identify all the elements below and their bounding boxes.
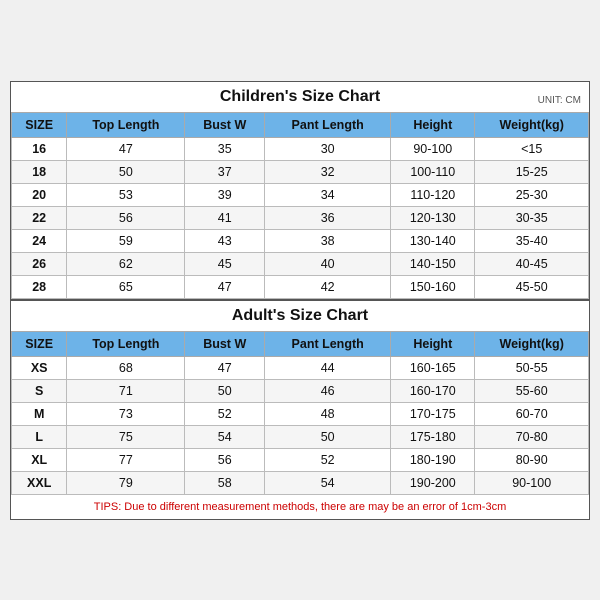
size-chart: Children's Size Chart UNIT: CM SIZE Top … bbox=[10, 81, 590, 520]
adult-table: SIZE Top Length Bust W Pant Length Heigh… bbox=[11, 331, 589, 495]
children-header: Children's Size Chart UNIT: CM bbox=[11, 82, 589, 112]
table-row: S715046160-17055-60 bbox=[12, 379, 589, 402]
table-row: XL775652180-19080-90 bbox=[12, 448, 589, 471]
children-header-row: SIZE Top Length Bust W Pant Length Heigh… bbox=[12, 112, 589, 137]
table-row: 18503732100-11015-25 bbox=[12, 160, 589, 183]
table-row: XS684744160-16550-55 bbox=[12, 356, 589, 379]
adult-col-size: SIZE bbox=[12, 331, 67, 356]
table-row: 22564136120-13030-35 bbox=[12, 206, 589, 229]
children-title: Children's Size Chart bbox=[220, 88, 380, 105]
unit-label: UNIT: CM bbox=[538, 95, 581, 106]
adult-col-weight: Weight(kg) bbox=[475, 331, 589, 356]
adult-header-row: SIZE Top Length Bust W Pant Length Heigh… bbox=[12, 331, 589, 356]
col-height: Height bbox=[391, 112, 475, 137]
adult-col-height: Height bbox=[391, 331, 475, 356]
table-row: XXL795854190-20090-100 bbox=[12, 471, 589, 494]
table-row: 28654742150-16045-50 bbox=[12, 275, 589, 298]
col-pant-length: Pant Length bbox=[265, 112, 391, 137]
adult-title: Adult's Size Chart bbox=[232, 307, 368, 324]
adult-col-pant-length: Pant Length bbox=[265, 331, 391, 356]
col-top-length: Top Length bbox=[67, 112, 185, 137]
adult-header: Adult's Size Chart bbox=[11, 299, 589, 331]
col-weight: Weight(kg) bbox=[475, 112, 589, 137]
adult-col-bust-w: Bust W bbox=[185, 331, 265, 356]
tips-text: TIPS: Due to different measurement metho… bbox=[11, 495, 589, 519]
table-row: 24594338130-14035-40 bbox=[12, 229, 589, 252]
col-size: SIZE bbox=[12, 112, 67, 137]
adult-col-top-length: Top Length bbox=[67, 331, 185, 356]
col-bust-w: Bust W bbox=[185, 112, 265, 137]
table-row: L755450175-18070-80 bbox=[12, 425, 589, 448]
table-row: 26624540140-15040-45 bbox=[12, 252, 589, 275]
table-row: M735248170-17560-70 bbox=[12, 402, 589, 425]
children-table: SIZE Top Length Bust W Pant Length Heigh… bbox=[11, 112, 589, 299]
table-row: 1647353090-100<15 bbox=[12, 137, 589, 160]
table-row: 20533934110-12025-30 bbox=[12, 183, 589, 206]
